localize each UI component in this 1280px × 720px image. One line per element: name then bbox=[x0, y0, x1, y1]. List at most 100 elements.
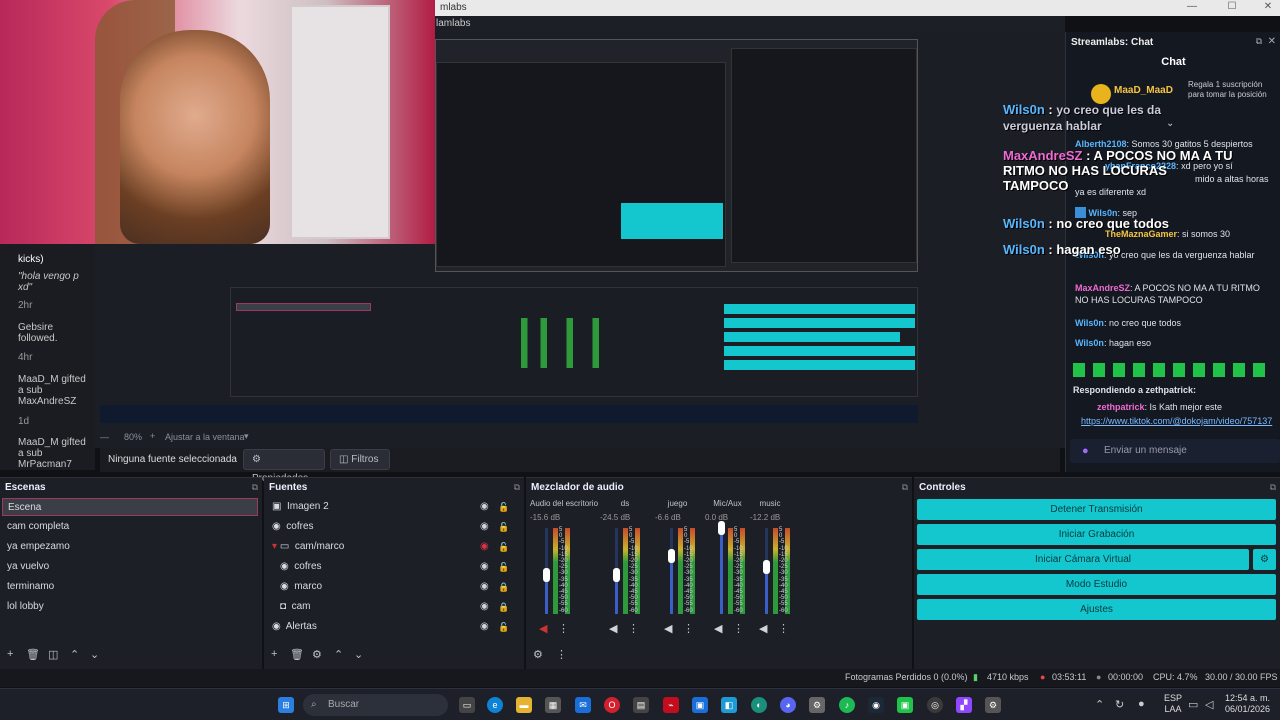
windows-start-icon[interactable]: ⊞ bbox=[278, 697, 294, 713]
pdf-icon[interactable]: ⌁ bbox=[663, 697, 679, 713]
scene-item[interactable]: ya vuelvo bbox=[2, 558, 258, 576]
network-icon[interactable]: ▭ bbox=[1188, 698, 1198, 711]
spotify-icon[interactable]: ♪ bbox=[839, 697, 855, 713]
eye-icon[interactable]: ◉ bbox=[480, 581, 489, 592]
gear-icon[interactable]: ⚙ bbox=[533, 648, 543, 661]
gear-icon[interactable]: ⚙ bbox=[312, 648, 322, 661]
unlock-icon[interactable]: 🔓 bbox=[498, 542, 509, 553]
add-icon[interactable]: + bbox=[271, 648, 277, 660]
mic-icon[interactable]: ● bbox=[1082, 445, 1089, 457]
speaker-icon[interactable]: ◀ bbox=[714, 622, 722, 635]
unlock-icon[interactable]: 🔓 bbox=[498, 502, 509, 513]
scene-item[interactable]: lol lobby bbox=[2, 598, 258, 616]
undock-icon[interactable]: ⧉ bbox=[514, 482, 520, 493]
source-item[interactable]: ◉ cofres bbox=[280, 558, 322, 576]
scene-item[interactable]: terminamo bbox=[2, 578, 258, 596]
speaker-icon[interactable]: ◀ bbox=[609, 622, 617, 635]
obs-icon[interactable]: ◎ bbox=[927, 697, 943, 713]
undock-icon[interactable]: ⧉ bbox=[252, 482, 258, 493]
unlock-icon[interactable]: 🔓 bbox=[498, 622, 509, 633]
reply-link[interactable]: https://www.tiktok.com/@dokojam/video/75… bbox=[1081, 415, 1280, 427]
source-item[interactable]: ◉ marco bbox=[280, 578, 322, 596]
volume-icon[interactable]: ◁ bbox=[1205, 698, 1213, 711]
minimize-icon[interactable]: — bbox=[1180, 1, 1204, 12]
chat-input[interactable]: ● Enviar un mensaje bbox=[1070, 439, 1280, 463]
mail-icon[interactable]: ✉ bbox=[575, 697, 591, 713]
chevron-down-icon[interactable]: ▾ bbox=[244, 431, 249, 442]
filters-button[interactable]: ◫ Filtros bbox=[330, 449, 390, 470]
fader-knob[interactable] bbox=[668, 549, 675, 563]
undock-icon[interactable]: ⧉ bbox=[902, 482, 908, 493]
down-arrow-icon[interactable]: ⌄ bbox=[354, 648, 363, 661]
sync-icon[interactable]: ↻ bbox=[1115, 698, 1124, 711]
unlock-icon[interactable]: 🔓 bbox=[498, 522, 509, 533]
source-item[interactable]: ◉ cofres bbox=[272, 518, 314, 536]
up-arrow-icon[interactable]: ⌃ bbox=[334, 648, 343, 661]
app-icon[interactable]: ▣ bbox=[897, 697, 913, 713]
app-icon[interactable]: ▣ bbox=[692, 697, 708, 713]
more-icon[interactable]: ⋮ bbox=[556, 648, 567, 661]
file-explorer-icon[interactable]: ▬ bbox=[516, 697, 532, 713]
clock[interactable]: 12:54 a. m. 06/01/2026 bbox=[1222, 693, 1270, 715]
unlock-icon[interactable]: 🔓 bbox=[498, 562, 509, 573]
fader-knob[interactable] bbox=[763, 560, 770, 574]
lock-icon[interactable]: 🔒 bbox=[498, 582, 509, 593]
maximize-icon[interactable]: ☐ bbox=[1220, 1, 1244, 12]
lock-icon[interactable]: 🔒 bbox=[498, 602, 509, 613]
more-icon[interactable]: ⋮ bbox=[733, 622, 744, 635]
fader-knob[interactable] bbox=[613, 568, 620, 582]
add-icon[interactable]: + bbox=[7, 648, 13, 660]
zoom-level[interactable]: 80% bbox=[124, 432, 142, 442]
speaker-icon[interactable]: ◀ bbox=[664, 622, 672, 635]
app-icon[interactable]: ◐ bbox=[751, 697, 767, 713]
eye-icon[interactable]: ◉ bbox=[480, 601, 489, 612]
studio-mode-button[interactable]: Modo Estudio bbox=[917, 574, 1276, 595]
edge-icon[interactable]: e bbox=[487, 697, 503, 713]
scene-item[interactable]: cam completa bbox=[2, 518, 258, 536]
app-icon[interactable]: ⚙ bbox=[985, 697, 1001, 713]
up-arrow-icon[interactable]: ⌃ bbox=[70, 648, 79, 661]
filter-icon[interactable]: ◫ bbox=[48, 648, 58, 661]
fader-knob[interactable] bbox=[718, 521, 725, 535]
properties-button[interactable]: ⚙ Propiedades bbox=[243, 449, 325, 484]
more-icon[interactable]: ⋮ bbox=[778, 622, 789, 635]
language-indicator[interactable]: ESP LAA bbox=[1160, 693, 1186, 715]
more-icon[interactable]: ⋮ bbox=[558, 622, 569, 635]
source-item[interactable]: ▾ ▭ cam/marco bbox=[272, 538, 344, 556]
mic-icon[interactable]: ● bbox=[1138, 698, 1145, 710]
source-item[interactable]: ◉ Alertas bbox=[272, 618, 317, 636]
fit-window-label[interactable]: Ajustar a la ventana bbox=[165, 432, 245, 442]
virtual-cam-button[interactable]: Iniciar Cámara Virtual bbox=[917, 549, 1249, 570]
close-icon[interactable]: ✕ bbox=[1256, 1, 1280, 12]
scene-item[interactable]: ya empezamo bbox=[2, 538, 258, 556]
zoom-in-icon[interactable]: + bbox=[150, 431, 155, 441]
app-icon[interactable]: ◧ bbox=[721, 697, 737, 713]
twitch-icon[interactable]: ▞ bbox=[956, 697, 972, 713]
speaker-icon[interactable]: ◀ bbox=[759, 622, 767, 635]
eye-icon[interactable]: ◉ bbox=[480, 501, 489, 512]
source-item[interactable]: ◘ cam bbox=[280, 598, 311, 616]
eye-icon[interactable]: ◉ bbox=[480, 541, 489, 552]
more-icon[interactable]: ⋮ bbox=[683, 622, 694, 635]
scene-item[interactable]: Escena bbox=[2, 498, 258, 516]
zoom-out-icon[interactable]: — bbox=[100, 432, 109, 442]
trash-icon[interactable]: 🗑 bbox=[290, 648, 304, 661]
close-icon[interactable]: ✕ bbox=[1268, 36, 1276, 47]
eye-icon[interactable]: ◉ bbox=[480, 521, 489, 532]
taskbar-search[interactable]: ⌕ Buscar bbox=[303, 694, 448, 716]
trash-icon[interactable]: 🗑 bbox=[26, 648, 40, 661]
muted-speaker-icon[interactable]: ◀ bbox=[539, 622, 547, 635]
float-icon[interactable]: ⧉ bbox=[1256, 36, 1262, 47]
task-view-icon[interactable]: ▭ bbox=[459, 697, 475, 713]
chevron-up-icon[interactable]: ⌃ bbox=[1095, 698, 1104, 711]
settings-icon[interactable]: ⚙ bbox=[809, 697, 825, 713]
stop-stream-button[interactable]: Detener Transmisión bbox=[917, 499, 1276, 520]
opera-icon[interactable]: O bbox=[604, 697, 620, 713]
more-icon[interactable]: ⋮ bbox=[628, 622, 639, 635]
virtual-cam-settings-button[interactable]: ⚙ bbox=[1253, 549, 1276, 570]
app-icon[interactable]: ▤ bbox=[633, 697, 649, 713]
discord-icon[interactable]: ◕ bbox=[780, 697, 796, 713]
steam-icon[interactable]: ◉ bbox=[868, 697, 884, 713]
eye-icon[interactable]: ◉ bbox=[480, 621, 489, 632]
fader-knob[interactable] bbox=[543, 568, 550, 582]
